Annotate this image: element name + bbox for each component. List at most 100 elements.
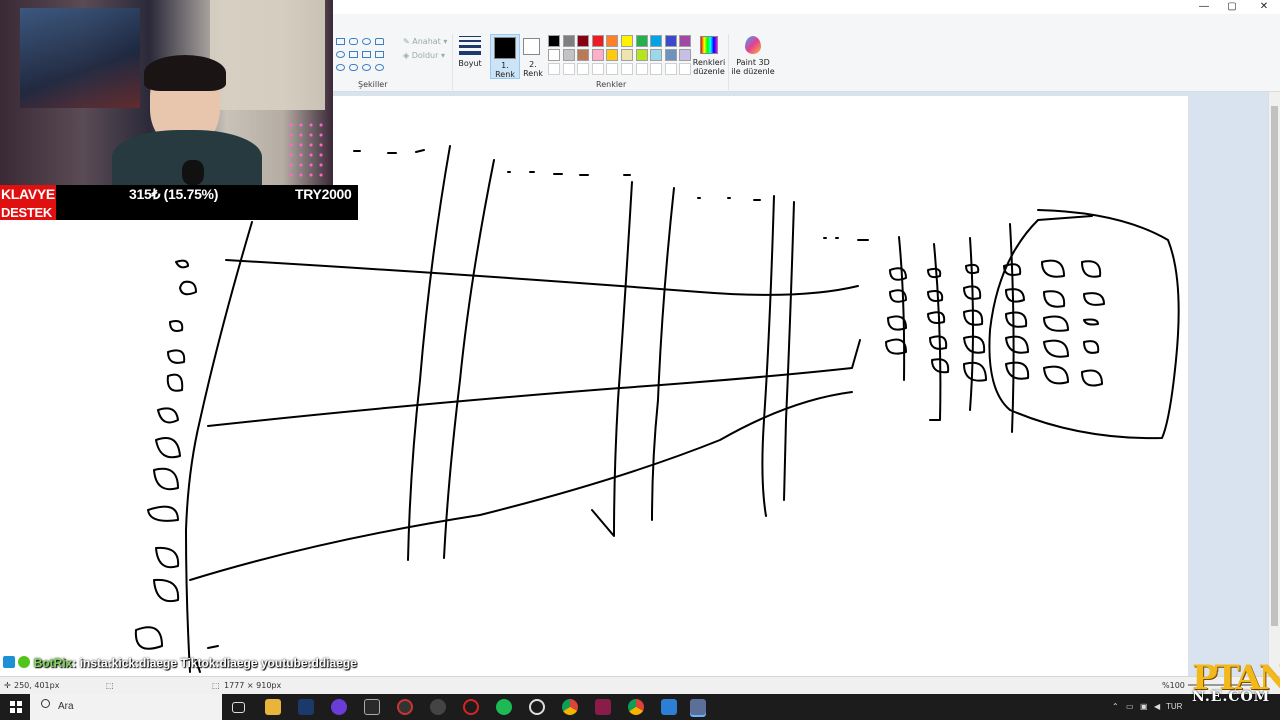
- search-placeholder: Ara: [58, 701, 74, 712]
- palette-empty-swatch[interactable]: [679, 63, 692, 75]
- palette-empty-swatch[interactable]: [562, 63, 575, 75]
- search-icon: [41, 699, 50, 708]
- shapes-gallery[interactable]: [336, 36, 396, 78]
- color1-label: 1. Renk: [495, 61, 515, 79]
- chrome-icon[interactable]: [562, 699, 578, 715]
- status-bar: ✛ 250, 401px ⬚ ⬚ 1777 × 910px %100: [0, 676, 1280, 694]
- scrollbar-thumb[interactable]: [1271, 106, 1278, 626]
- palette-empty-swatch[interactable]: [591, 63, 604, 75]
- watermark-logo: PTAN N.E.COM: [1192, 660, 1280, 710]
- palette-color-swatch[interactable]: [679, 35, 692, 47]
- obs-icon[interactable]: [397, 699, 413, 715]
- webcam-overlay: [0, 0, 333, 185]
- close-button[interactable]: ✕: [1248, 0, 1280, 14]
- palette-empty-swatch[interactable]: [621, 63, 633, 75]
- fairy-lights: [286, 120, 326, 180]
- tray-chevron-icon[interactable]: ⌃: [1112, 702, 1119, 711]
- rainbow-palette-icon: [700, 36, 718, 54]
- steam-icon[interactable]: [298, 699, 314, 715]
- chat-badge-icon: [3, 656, 15, 668]
- polygon-shape-icon[interactable]: [362, 38, 371, 45]
- up-arrow-shape-icon[interactable]: [375, 51, 384, 58]
- goal-progress: 315₺ (15.75%): [129, 186, 219, 202]
- paint3d-button[interactable]: Paint 3D ile düzenle: [731, 36, 775, 76]
- network-icon[interactable]: ▣: [1140, 702, 1148, 711]
- color1-button[interactable]: 1. Renk: [490, 34, 520, 79]
- epic-games-icon[interactable]: [364, 699, 380, 715]
- edit-colors-label: Renkleri düzenle: [692, 58, 726, 76]
- right-arrow-shape-icon[interactable]: [349, 51, 358, 58]
- poster-left: [20, 8, 140, 108]
- palette-color-swatch[interactable]: [650, 35, 663, 47]
- taskbar: Ara ⌃ ▭ ▣ ◀ TUR: [0, 694, 1280, 720]
- palette-color-swatch[interactable]: [664, 49, 677, 61]
- cursor-crosshair-icon: ✛: [4, 681, 11, 690]
- goal-target: TRY2000: [295, 186, 352, 202]
- palette-color-swatch[interactable]: [606, 35, 619, 47]
- palette-color-swatch[interactable]: [577, 35, 590, 47]
- palette-empty-swatch[interactable]: [664, 63, 677, 75]
- color2-swatch: [523, 38, 540, 55]
- palette-empty-swatch[interactable]: [577, 63, 590, 75]
- palette-empty-swatch[interactable]: [635, 63, 648, 75]
- color2-label: 2. Renk: [523, 60, 543, 78]
- hexagon-shape-icon[interactable]: [336, 51, 345, 58]
- palette-color-swatch[interactable]: [591, 35, 604, 47]
- palette-color-swatch[interactable]: [635, 35, 648, 47]
- ribbon-separator: [452, 34, 453, 90]
- triangle-shape-icon[interactable]: [375, 38, 384, 45]
- vertical-scrollbar[interactable]: [1268, 92, 1280, 676]
- fill-label: Doldur: [411, 51, 439, 60]
- discord-icon[interactable]: [331, 699, 347, 715]
- maximize-button[interactable]: ▢: [1216, 0, 1248, 14]
- star-shape-icon[interactable]: [336, 64, 345, 71]
- file-explorer-icon[interactable]: [265, 699, 281, 715]
- settings-gear-icon[interactable]: [529, 699, 545, 715]
- palette-color-swatch[interactable]: [650, 49, 663, 61]
- callout-shape-icon[interactable]: [349, 64, 358, 71]
- rectangle-shape-icon[interactable]: [336, 38, 345, 45]
- cursor-position: 250, 401px: [14, 681, 60, 690]
- paint-app-icon[interactable]: [690, 699, 706, 715]
- spotify-icon[interactable]: [496, 699, 512, 715]
- color2-button[interactable]: 2. Renk: [520, 34, 546, 79]
- palette-color-swatch[interactable]: [591, 49, 604, 61]
- destek-label: DESTEK: [1, 205, 52, 220]
- volume-icon[interactable]: ◀: [1154, 702, 1160, 711]
- remote-app-icon[interactable]: [661, 699, 677, 715]
- palette-color-swatch[interactable]: [562, 49, 575, 61]
- opera-icon[interactable]: [463, 699, 479, 715]
- windows-start-icon[interactable]: [10, 701, 22, 713]
- unity-icon[interactable]: [430, 699, 446, 715]
- size-button[interactable]: Boyut: [456, 36, 484, 68]
- palette-empty-swatch[interactable]: [606, 63, 619, 75]
- palette-color-swatch[interactable]: [548, 35, 560, 47]
- microphone: [182, 160, 204, 185]
- palette-empty-swatch[interactable]: [548, 63, 560, 75]
- palette-color-swatch[interactable]: [679, 49, 692, 61]
- palette-color-swatch[interactable]: [635, 49, 648, 61]
- language-indicator[interactable]: TUR: [1166, 702, 1182, 711]
- video-editor-icon[interactable]: [595, 699, 611, 715]
- palette-color-swatch[interactable]: [606, 49, 619, 61]
- outline-dropdown[interactable]: ✎ Anahat ▾: [403, 37, 447, 46]
- palette-color-swatch[interactable]: [562, 35, 575, 47]
- palette-color-swatch[interactable]: [664, 35, 677, 47]
- task-view-icon[interactable]: [232, 702, 245, 713]
- palette-empty-swatch[interactable]: [650, 63, 663, 75]
- chrome-profile-icon[interactable]: [628, 699, 644, 715]
- left-arrow-shape-icon[interactable]: [362, 51, 371, 58]
- selection-size-icon: ⬚: [106, 681, 114, 690]
- cloud-callout-shape-icon[interactable]: [375, 64, 384, 71]
- battery-icon[interactable]: ▭: [1126, 702, 1134, 711]
- rounded-rect-shape-icon[interactable]: [349, 38, 358, 45]
- fill-dropdown[interactable]: ◈ Doldur ▾: [403, 51, 445, 60]
- taskbar-search[interactable]: Ara: [30, 694, 222, 720]
- edit-colors-button[interactable]: Renkleri düzenle: [692, 36, 726, 76]
- palette-color-swatch[interactable]: [548, 49, 560, 61]
- palette-color-swatch[interactable]: [577, 49, 590, 61]
- oval-callout-shape-icon[interactable]: [362, 64, 371, 71]
- palette-color-swatch[interactable]: [621, 35, 633, 47]
- palette-color-swatch[interactable]: [621, 49, 633, 61]
- canvas-size-icon: ⬚: [212, 681, 220, 690]
